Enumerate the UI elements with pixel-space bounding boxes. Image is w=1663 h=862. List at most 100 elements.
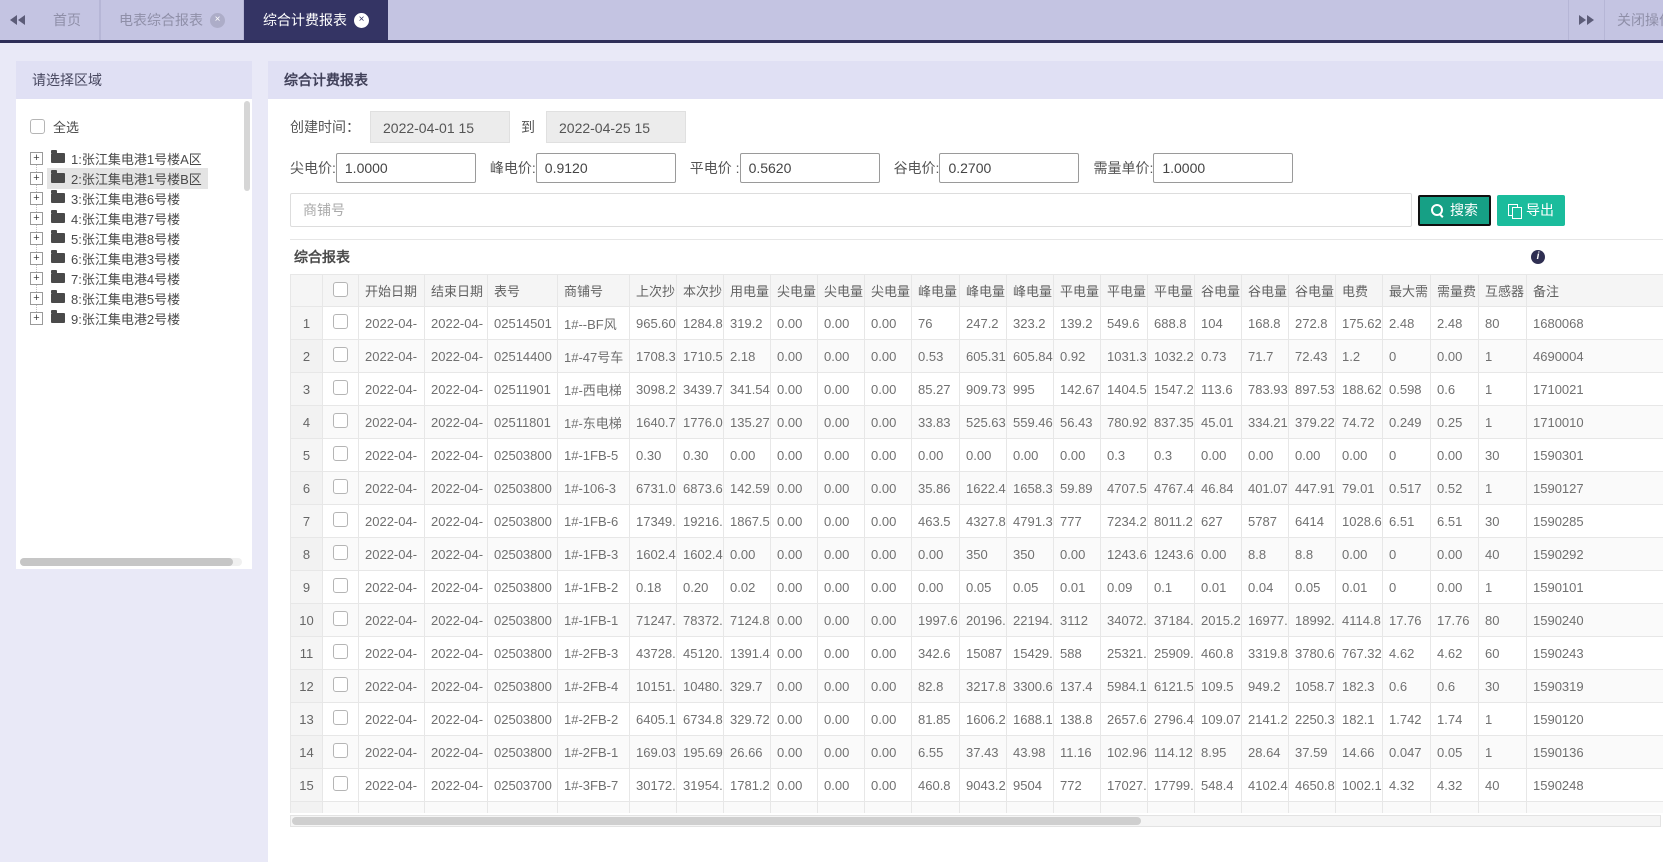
row-index-cell: 11 [290, 636, 323, 670]
scroll-tabs-left-icon[interactable] [0, 0, 35, 40]
search-icon [1431, 203, 1444, 217]
table-cell: 78372. [676, 603, 724, 637]
table-cell: 60 [1478, 636, 1527, 670]
row-checkbox[interactable] [333, 479, 348, 494]
table-cell: 6.51 [1382, 504, 1431, 538]
row-checkbox[interactable] [333, 776, 348, 791]
row-checkbox[interactable] [333, 512, 348, 527]
panel-info-icon[interactable] [1531, 250, 1545, 264]
expand-plus-icon[interactable] [30, 171, 43, 185]
search-button[interactable]: 搜索 [1418, 194, 1491, 226]
date-to-input[interactable]: 2022-04-25 15 [546, 111, 686, 143]
table-cell: 0.01 [1335, 570, 1383, 604]
expand-plus-icon[interactable] [30, 231, 43, 245]
expand-plus-icon[interactable] [30, 311, 43, 325]
scrollbar-thumb[interactable] [292, 817, 1141, 825]
expand-plus-icon[interactable] [30, 191, 43, 205]
table-cell: 2022-04- [424, 570, 488, 604]
table-cell: 1243.6 [1100, 537, 1148, 571]
tab-meter-report[interactable]: 电表综合报表 [100, 0, 244, 40]
table-cell: 37.43 [959, 735, 1007, 769]
date-from-input[interactable]: 2022-04-01 15 [370, 111, 510, 143]
expand-plus-icon[interactable] [30, 291, 43, 305]
tree-node[interactable]: 7:张江集电港4号楼 [47, 268, 186, 289]
table-cell: 104 [1194, 306, 1242, 340]
row-checkbox[interactable] [333, 677, 348, 692]
table-cell: 1776.0 [676, 405, 724, 439]
column-header: 谷电量 [1288, 274, 1336, 307]
tree-item[interactable]: 5:张江集电港8号楼 [30, 228, 244, 248]
table-cell: 1590301 [1526, 438, 1663, 472]
row-checkbox[interactable] [333, 380, 348, 395]
tree-node[interactable]: 9:张江集电港2号楼 [47, 308, 186, 329]
tree-node[interactable]: 1:张江集电港1号楼A区 [47, 148, 208, 169]
tab-billing-report[interactable]: 综合计费报表 [244, 0, 388, 40]
tree-item[interactable]: 1:张江集电港1号楼A区 [30, 148, 244, 168]
tree-item[interactable]: 2:张江集电港1号楼B区 [30, 167, 244, 189]
sharp-price-input[interactable] [335, 153, 476, 183]
row-checkbox[interactable] [333, 644, 348, 659]
table-cell: 85.27 [911, 372, 960, 406]
demand-price-input[interactable] [1153, 153, 1294, 183]
tree-node[interactable]: 3:张江集电港6号楼 [47, 188, 186, 209]
row-checkbox[interactable] [333, 743, 348, 758]
expand-plus-icon[interactable] [30, 151, 43, 165]
tree-item[interactable]: 4:张江集电港7号楼 [30, 208, 244, 228]
table-row [290, 801, 1663, 813]
table-cell [1194, 801, 1242, 813]
close-tab-icon[interactable] [210, 12, 225, 28]
sidebar-vertical-scrollbar[interactable] [244, 101, 250, 191]
export-button[interactable]: 导出 [1497, 194, 1565, 226]
tree-item[interactable]: 9:张江集电港2号楼 [30, 308, 244, 328]
row-checkbox[interactable] [333, 314, 348, 329]
row-checkbox[interactable] [333, 347, 348, 362]
expand-plus-icon[interactable] [30, 251, 43, 265]
tree-node[interactable]: 5:张江集电港8号楼 [47, 228, 186, 249]
select-all-rows-checkbox[interactable] [333, 281, 348, 297]
table-cell: 767.32 [1335, 636, 1383, 670]
flat-price-input[interactable] [739, 153, 880, 183]
folder-icon [51, 230, 65, 243]
tree-item[interactable]: 7:张江集电港4号楼 [30, 268, 244, 288]
tree-item[interactable]: 6:张江集电港3号楼 [30, 248, 244, 268]
tree-node[interactable]: 4:张江集电港7号楼 [47, 208, 186, 229]
close-tab-icon[interactable] [354, 12, 369, 28]
table-cell: 3098.2 [629, 372, 677, 406]
table-cell: 1.2 [1335, 339, 1383, 373]
table-cell: 20196. [959, 603, 1007, 637]
row-checkbox[interactable] [333, 545, 348, 560]
select-all-checkbox[interactable] [30, 119, 45, 134]
tree-node[interactable]: 6:张江集电港3号楼 [47, 248, 186, 269]
scroll-tabs-right-icon[interactable] [1569, 0, 1604, 40]
tree-item[interactable]: 8:张江集电港5号楼 [30, 288, 244, 308]
row-checkbox[interactable] [333, 611, 348, 626]
table-cell: 1#-1FB-5 [557, 438, 630, 472]
scrollbar-thumb[interactable] [20, 558, 234, 566]
row-checkbox[interactable] [333, 413, 348, 428]
shop-number-input[interactable] [290, 193, 1412, 227]
table-cell: 350 [959, 537, 1007, 571]
tree-node[interactable]: 2:张江集电港1号楼B区 [47, 167, 208, 189]
table-cell: 2022-04- [424, 372, 488, 406]
tree-node-label: 9:张江集电港2号楼 [71, 311, 181, 327]
peak-price-input[interactable] [535, 153, 676, 183]
row-checkbox[interactable] [333, 446, 348, 461]
tab-home[interactable]: 首页 [35, 0, 100, 40]
table-cell: 0.73 [1194, 339, 1242, 373]
table-cell: 7124.8 [723, 603, 771, 637]
select-all-row[interactable]: 全选 [30, 117, 244, 136]
row-checkbox[interactable] [333, 710, 348, 725]
row-checkbox[interactable] [333, 578, 348, 593]
expand-plus-icon[interactable] [30, 211, 43, 225]
tree-node[interactable]: 8:张江集电港5号楼 [47, 288, 186, 309]
table-cell: 02503800 [487, 504, 558, 538]
tree-node-label: 3:张江集电港6号楼 [71, 191, 181, 207]
column-header: 谷电量 [1194, 274, 1242, 307]
table-cell: 6.51 [1430, 504, 1479, 538]
close-operations-menu[interactable]: 关闭操作 [1605, 0, 1663, 40]
valley-price-input[interactable] [939, 153, 1080, 183]
expand-plus-icon[interactable] [30, 271, 43, 285]
tree-item[interactable]: 3:张江集电港6号楼 [30, 188, 244, 208]
table-row: 15 2022-04- 2022-04- 02503700 1#-3FB-7 30172.… [290, 768, 1663, 802]
table-cell: 588 [1053, 636, 1101, 670]
